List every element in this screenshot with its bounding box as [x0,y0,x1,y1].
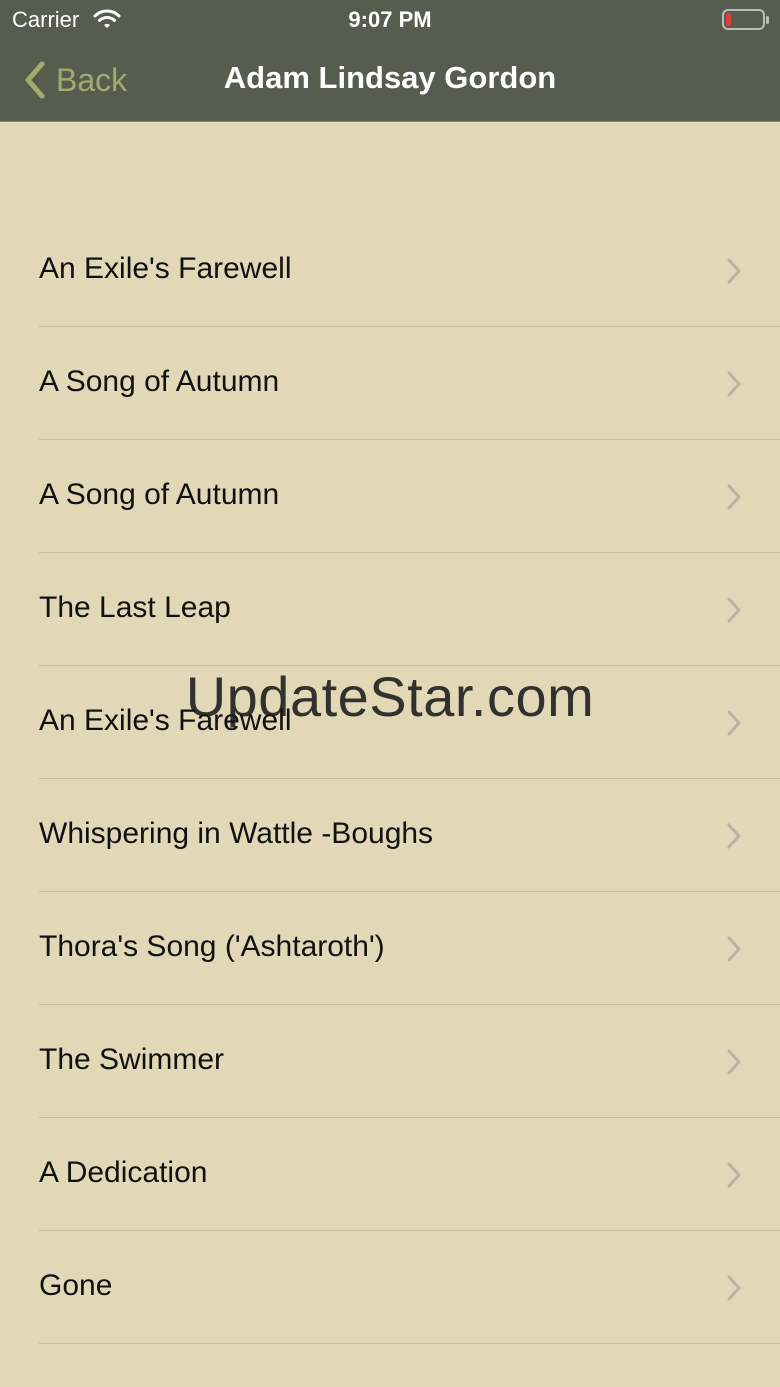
status-bar: Carrier 9:07 PM [0,0,780,40]
chevron-right-icon [727,936,741,962]
chevron-right-icon [727,597,741,623]
list-item[interactable]: An Exile's Farewell [0,214,780,327]
chevron-right-icon [727,1275,741,1301]
navigation-header: Carrier 9:07 PM Back Adam Lindsay Gordon [0,0,780,122]
list-item-title: A Dedication [39,1156,208,1189]
list-item[interactable]: The Swimmer [0,1005,780,1118]
list-item[interactable]: A Song of Autumn [0,327,780,440]
list-item[interactable]: An Exile's Farewell [0,666,780,779]
list-item[interactable]: A Dedication [0,1118,780,1231]
chevron-right-icon [727,710,741,736]
list-item[interactable]: Thora's Song ('Ashtaroth') [0,892,780,1005]
battery-icon [722,9,769,30]
chevron-right-icon [727,258,741,284]
nav-bar: Back Adam Lindsay Gordon [0,40,780,121]
list-item-title: The Swimmer [39,1043,225,1076]
status-time: 9:07 PM [348,7,432,32]
list-item[interactable]: The Last Leap [0,553,780,666]
list-item[interactable]: Whispering in Wattle -Boughs [0,779,780,892]
list-item-title: The Last Leap [39,591,231,624]
chevron-right-icon [727,371,741,397]
chevron-right-icon [727,484,741,510]
chevron-right-icon [727,1049,741,1075]
list-item-title: A Song of Autumn [39,478,280,511]
row-divider [39,1343,780,1344]
list-item-title: Whispering in Wattle -Boughs [39,817,434,850]
page-title: Adam Lindsay Gordon [223,60,557,95]
poem-list: An Exile's Farewell A Song of Autumn A S… [0,214,780,1344]
chevron-right-icon [727,823,741,849]
list-item[interactable]: Gone [0,1231,780,1344]
list-item-title: Thora's Song ('Ashtaroth') [39,930,385,963]
list-item-title: Gone [39,1269,113,1302]
chevron-right-icon [727,1162,741,1188]
list-item-title: An Exile's Farewell [39,704,292,737]
list-item-title: A Song of Autumn [39,365,280,398]
list-item[interactable]: A Song of Autumn [0,440,780,553]
list-item-title: An Exile's Farewell [39,252,292,285]
